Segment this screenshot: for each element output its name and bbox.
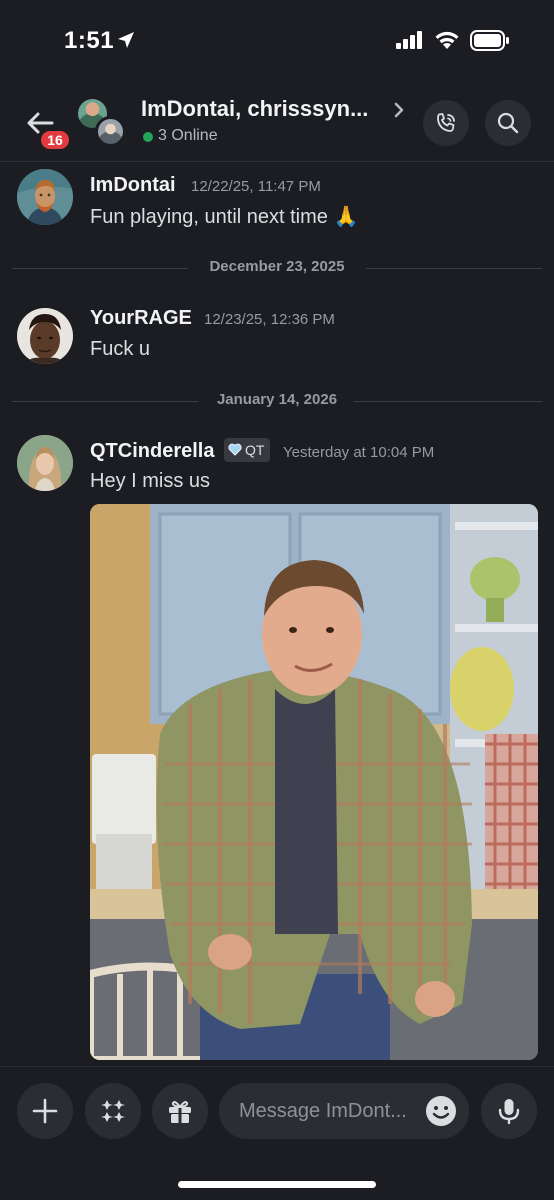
message-text: Hey I miss us bbox=[90, 470, 211, 492]
divider-line bbox=[366, 268, 542, 269]
message-input-wrapper bbox=[219, 1083, 469, 1139]
message-timestamp: Yesterday at 10:04 PM bbox=[283, 444, 435, 461]
group-avatar-member-2 bbox=[95, 116, 126, 147]
avatar[interactable] bbox=[17, 435, 73, 491]
voice-call-icon bbox=[437, 113, 455, 132]
attachment-photo bbox=[90, 504, 538, 1060]
chat-title[interactable]: ImDontai, chrisssyn... bbox=[141, 96, 368, 122]
message-username[interactable]: ImDontai bbox=[90, 174, 176, 197]
group-avatar[interactable] bbox=[78, 99, 128, 149]
home-indicator[interactable] bbox=[178, 1181, 376, 1188]
date-divider: December 23, 2025 bbox=[12, 258, 542, 278]
server-tag-label: QT bbox=[245, 442, 265, 458]
message-username[interactable]: QTCinderella bbox=[90, 440, 214, 463]
date-divider-label: January 14, 2026 bbox=[216, 391, 338, 408]
composer-bar bbox=[0, 1066, 554, 1200]
message-input[interactable] bbox=[239, 1083, 419, 1139]
message-text: Fun playing, until next time 🙏 bbox=[90, 206, 359, 228]
location-arrow-icon bbox=[118, 32, 134, 48]
gift-icon bbox=[169, 1101, 191, 1123]
gift-button[interactable] bbox=[152, 1083, 208, 1139]
heart-icon bbox=[228, 443, 242, 456]
message-timestamp: 12/22/25, 11:47 PM bbox=[191, 178, 321, 195]
online-status-dot bbox=[143, 132, 153, 142]
avatar[interactable] bbox=[17, 308, 73, 364]
date-divider-label: December 23, 2025 bbox=[209, 258, 345, 275]
status-bar: 1:51 bbox=[0, 0, 554, 86]
status-time: 1:51 bbox=[64, 27, 115, 54]
unread-badge: 16 bbox=[38, 128, 72, 152]
message-username[interactable]: YourRAGE bbox=[90, 307, 192, 330]
server-tag[interactable]: QT bbox=[224, 438, 271, 462]
apps-button[interactable] bbox=[85, 1083, 141, 1139]
message-text: Fuck u bbox=[90, 338, 151, 360]
image-attachment[interactable] bbox=[90, 504, 538, 1060]
voice-message-button[interactable] bbox=[481, 1083, 537, 1139]
dm-screen: 1:51 16 ImDontai, chrisssyn... 3 Online … bbox=[0, 0, 554, 1200]
chevron-right-icon[interactable] bbox=[392, 100, 406, 120]
wifi-icon bbox=[435, 31, 459, 49]
microphone-icon bbox=[498, 1099, 520, 1125]
divider-line bbox=[354, 401, 542, 402]
chat-header: 16 ImDontai, chrisssyn... 3 Online bbox=[0, 86, 554, 162]
avatar-image-qtcinderella bbox=[17, 435, 73, 491]
battery-icon bbox=[470, 30, 509, 51]
avatar-image-vangogh bbox=[17, 169, 73, 225]
voice-call-button[interactable] bbox=[423, 100, 469, 146]
add-attachment-button[interactable] bbox=[17, 1083, 73, 1139]
signal-icon bbox=[396, 31, 422, 49]
plus-icon bbox=[32, 1098, 58, 1124]
avatar-image-yourrage bbox=[17, 308, 73, 364]
date-divider: January 14, 2026 bbox=[12, 391, 542, 411]
emoji-icon[interactable] bbox=[425, 1095, 457, 1127]
avatar[interactable] bbox=[17, 169, 73, 225]
online-count: 3 Online bbox=[158, 127, 218, 144]
search-button[interactable] bbox=[485, 100, 531, 146]
search-icon bbox=[497, 112, 519, 134]
apps-icon bbox=[101, 1100, 125, 1122]
message-timestamp: 12/23/25, 12:36 PM bbox=[204, 311, 335, 328]
